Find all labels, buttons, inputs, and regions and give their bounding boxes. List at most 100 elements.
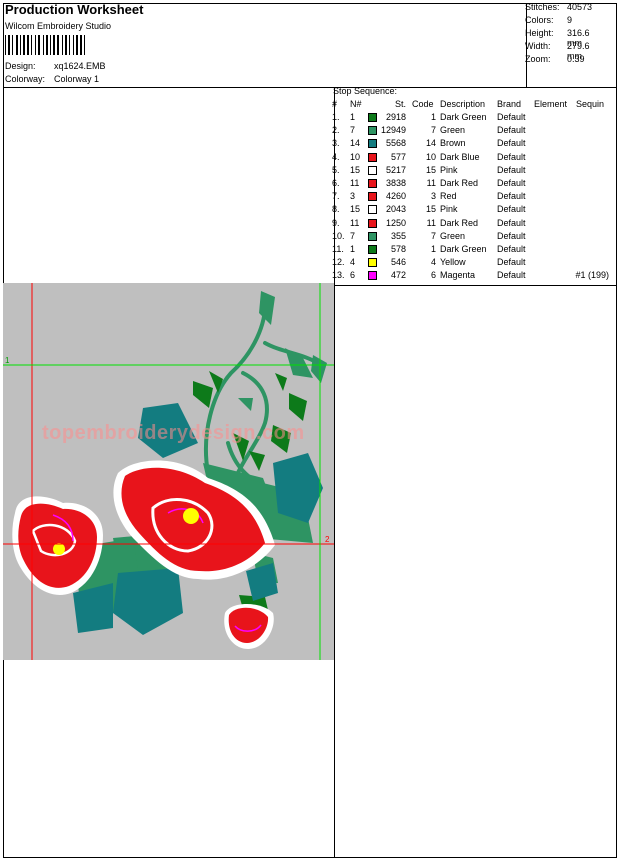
cell-st: 1250 [385,217,406,228]
cell-st: 355 [390,230,406,241]
cell-description: Yellow [440,257,466,268]
cell-n: 7 [350,125,356,136]
cell-num: 10. [332,230,345,241]
color-swatch [368,152,377,162]
cell-code: 10 [425,151,436,162]
cell-code: 1 [430,112,436,122]
cell-description: Brown [440,138,466,149]
color-swatch [368,244,377,254]
cell-num: 1. [332,112,340,122]
cell-code: 14 [425,138,436,149]
barcode-bar [20,35,21,55]
stop-table-divider [334,285,617,286]
cell-code: 3 [430,191,436,202]
guide-label-2: 2 [325,535,330,544]
cell-code: 7 [430,230,436,241]
color-swatch [368,113,377,122]
cell-n: 10 [350,151,361,162]
barcode-bar [5,35,6,55]
cell-st: 12949 [380,125,406,136]
table-row: 10. 7 355 7 Green Default [332,231,612,244]
cell-code: 11 [426,177,436,188]
cell-code: 7 [430,125,436,136]
color-swatch [368,231,377,241]
cell-st: 5217 [385,164,406,175]
cell-num: 9. [332,217,340,228]
color-swatch [368,271,377,281]
cell-brand: Default [497,191,526,202]
cell-brand: Default [497,204,526,215]
barcode-bar [35,35,36,55]
cell-st: 5568 [385,138,406,149]
barcode-bar [43,35,44,55]
cell-code: 1 [430,243,436,254]
table-row: 11. 1 578 1 Dark Green Default [332,244,612,257]
cell-st: 4260 [385,191,406,202]
cell-st: 472 [390,270,406,281]
cell-description: Green [440,125,466,136]
color-swatch [368,218,377,228]
colorway-value: Colorway 1 [54,74,100,84]
colorway-label: Colorway: [5,74,46,84]
barcode-bar [50,35,51,55]
color-swatch [368,165,377,175]
table-row: 8. 15 2043 15 Pink Default [332,204,612,217]
cell-brand: Default [497,230,526,241]
stop-sequence-table: # N# St. Code Description Brand Element … [332,99,612,283]
design-value: xq1624.EMB [54,61,106,71]
barcode-bar [12,35,13,55]
cell-description: Dark Red [440,177,479,188]
page-title: Production Worksheet [5,2,144,17]
design-label: Design: [5,61,36,71]
cell-code: 6 [430,270,436,281]
table-row: 5. 15 5217 15 Pink Default [332,165,612,178]
cell-n: 1 [350,243,356,254]
cell-num: 2. [332,125,340,136]
cell-n: 15 [350,204,361,215]
cell-num: 4. [332,151,340,162]
barcode-bar [73,35,74,55]
cell-n: 11 [350,177,360,188]
table-row: 12. 4 546 4 Yellow Default [332,257,612,270]
barcode-bar [23,35,25,55]
table-row: 6. 11 3838 11 Dark Red Default [332,178,612,191]
cell-brand: Default [497,112,526,122]
color-swatch [368,126,377,136]
barcode-bar [57,35,59,55]
cell-n: 3 [350,191,356,202]
cell-n: 1 [350,112,356,122]
cell-code: 11 [426,217,436,228]
cell-num: 11. [332,243,344,254]
stop-sequence-title: Stop Sequence: [333,86,398,96]
barcode-bar [27,35,29,55]
table-row: 3. 14 5568 14 Brown Default [332,138,612,151]
cell-brand: Default [497,270,526,281]
table-row: 13. 6 472 6 Magenta Default #1 (199) [332,270,612,283]
cell-st: 577 [390,151,406,162]
watermark: topembroiderydesign.com [42,422,305,444]
cell-num: 3. [332,138,340,149]
barcode-bar [53,35,55,55]
guide-label-1: 1 [5,356,10,365]
table-row: 1. 1 2918 1 Dark Green Default [332,112,612,125]
cell-n: 4 [350,257,356,268]
cell-code: 15 [425,204,436,215]
cell-n: 6 [350,270,356,281]
cell-n: 7 [350,230,356,241]
software-name: Wilcom Embroidery Studio [5,21,112,31]
barcode-bar [16,35,18,55]
barcode-bar [84,35,85,55]
cell-brand: Default [497,243,526,254]
cell-brand: Default [497,217,526,228]
barcode-bar [69,35,70,55]
cell-num: 8. [332,204,340,215]
barcode-bar [65,35,67,55]
barcode-bar [76,35,78,55]
cell-brand: Default [497,164,526,175]
cell-st: 3838 [385,177,406,188]
cell-description: Green [440,230,466,241]
cell-num: 6. [332,177,340,188]
barcode-bar [80,35,82,55]
rose-bud [224,604,274,649]
color-swatch [368,205,377,215]
